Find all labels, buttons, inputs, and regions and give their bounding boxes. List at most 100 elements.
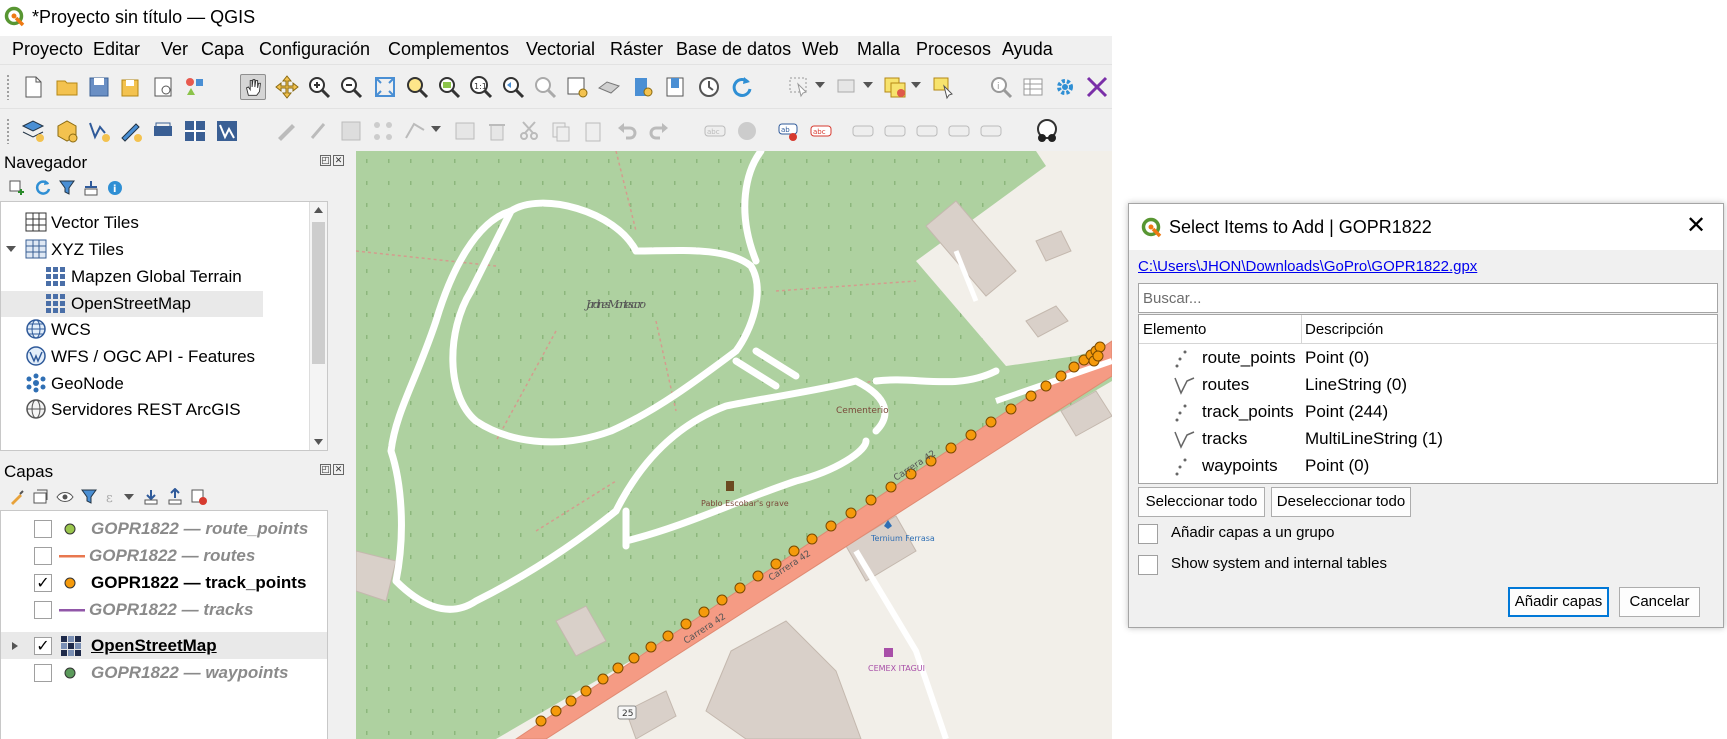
select-by-value-icon[interactable] (834, 74, 860, 100)
layer-visibility-checkbox-checked[interactable]: ✓ (34, 574, 52, 592)
new-print-layout-icon[interactable] (150, 74, 176, 100)
table-row[interactable]: routes LineString (0) (1139, 371, 1717, 398)
vertex-tool-icon[interactable] (402, 118, 428, 144)
rotate-label-icon[interactable] (946, 118, 972, 144)
style-manager-icon[interactable] (182, 74, 208, 100)
add-group-icon[interactable] (32, 488, 50, 506)
new-temporary-layer-icon[interactable] (118, 118, 144, 144)
add-selected-layers-icon[interactable] (8, 179, 26, 197)
open-project-icon[interactable] (54, 74, 80, 100)
menu-procesos[interactable]: Procesos (916, 39, 991, 60)
identify-features-icon[interactable]: i (988, 74, 1014, 100)
select-all-button[interactable]: Seleccionar todo (1138, 487, 1265, 517)
scroll-up-icon[interactable] (313, 206, 324, 214)
menu-malla[interactable]: Malla (857, 39, 900, 60)
new-virtual-layer-icon[interactable] (150, 118, 176, 144)
menu-ver[interactable]: Ver (161, 39, 188, 60)
delete-selected-icon[interactable] (484, 118, 510, 144)
menu-capa[interactable]: Capa (201, 39, 244, 60)
show-bookmarks-icon[interactable] (662, 74, 688, 100)
refresh-icon[interactable] (34, 179, 52, 197)
menu-ayuda[interactable]: Ayuda (1002, 39, 1053, 60)
deselect-dropdown-arrow[interactable] (911, 82, 921, 88)
add-to-group-checkbox[interactable] (1138, 524, 1158, 544)
menu-configuracion[interactable]: Configuración (259, 39, 370, 60)
column-header-description[interactable]: Descripción (1305, 321, 1383, 338)
column-separator[interactable] (1301, 315, 1302, 344)
navigator-item-xyz-tiles[interactable]: XYZ Tiles (5, 236, 265, 262)
expand-all-icon[interactable] (142, 488, 160, 506)
settings-gear-icon[interactable] (1052, 74, 1078, 100)
menu-web[interactable]: Web (802, 39, 839, 60)
filter-icon[interactable] (58, 179, 76, 197)
select-features-icon[interactable] (786, 74, 812, 100)
chevron-down-icon[interactable] (5, 245, 17, 253)
search-input[interactable] (1139, 284, 1717, 312)
change-label-icon[interactable] (978, 118, 1004, 144)
new-geopackage-icon[interactable] (54, 118, 80, 144)
cancel-button[interactable]: Cancelar (1619, 587, 1700, 617)
vertex-tool-dropdown-arrow[interactable] (431, 126, 441, 132)
close-icon[interactable]: ✕ (1683, 213, 1709, 239)
scroll-down-icon[interactable] (313, 438, 324, 446)
layer-row-route-points[interactable]: GOPR1822 — route_points (1, 515, 327, 542)
float-panel-icon[interactable]: ◰ (320, 155, 331, 166)
new-project-icon[interactable] (20, 74, 46, 100)
diagram-icon[interactable] (734, 118, 760, 144)
layer-row-track-points[interactable]: ✓ GOPR1822 — track_points (1, 569, 327, 596)
properties-info-icon[interactable]: i (106, 179, 124, 197)
map-canvas[interactable]: Jardines Montesacro Cementerio Pablo Esc… (356, 151, 1112, 739)
table-row[interactable]: route_points Point (0) (1139, 344, 1717, 371)
pan-to-selection-icon[interactable] (274, 74, 300, 100)
add-layers-button[interactable]: Añadir capas (1508, 587, 1609, 617)
new-3d-view-icon[interactable] (596, 74, 622, 100)
new-map-view-icon[interactable] (564, 74, 590, 100)
zoom-to-selection-icon[interactable] (404, 74, 430, 100)
add-feature-icon[interactable] (370, 118, 396, 144)
layer-visibility-checkbox[interactable] (34, 547, 52, 565)
data-source-manager-icon[interactable] (20, 118, 46, 144)
layer-row-tracks[interactable]: GOPR1822 — tracks (1, 596, 327, 623)
filter-dropdown-arrow[interactable] (124, 494, 134, 500)
remove-layer-icon[interactable] (190, 488, 208, 506)
style-brush-icon[interactable] (8, 488, 26, 506)
new-shapefile-icon[interactable] (86, 118, 112, 144)
deselect-all-icon[interactable] (882, 74, 908, 100)
table-row[interactable]: track_points Point (244) (1139, 398, 1717, 425)
table-row[interactable]: tracks MultiLineString (1) (1139, 425, 1717, 452)
menu-base-de-datos[interactable]: Base de datos (676, 39, 791, 60)
temporal-controller-icon[interactable] (696, 74, 722, 100)
zoom-next-icon[interactable] (532, 74, 558, 100)
layer-visibility-checkbox[interactable] (34, 664, 52, 682)
save-project-icon[interactable] (86, 74, 112, 100)
toolbar-grip[interactable] (6, 74, 10, 100)
digitize-icon[interactable] (274, 118, 300, 144)
zoom-out-icon[interactable] (338, 74, 364, 100)
show-hide-labels-icon[interactable] (882, 118, 908, 144)
undo-icon[interactable] (614, 118, 640, 144)
toolbar-grip[interactable] (6, 118, 10, 144)
map-canvas-svg[interactable]: Jardines Montesacro Cementerio Pablo Esc… (356, 151, 1112, 739)
layer-visibility-checkbox[interactable] (34, 520, 52, 538)
zoom-to-layer-icon[interactable] (436, 74, 462, 100)
select-by-value-dropdown-arrow[interactable] (863, 82, 873, 88)
pan-map-icon[interactable] (240, 74, 266, 100)
zoom-in-icon[interactable] (306, 74, 332, 100)
cut-features-icon[interactable] (516, 118, 542, 144)
table-row[interactable]: waypoints Point (0) (1139, 452, 1717, 479)
refresh-icon[interactable] (728, 74, 754, 100)
layer-visibility-checkbox-checked[interactable]: ✓ (34, 637, 52, 655)
layer-visibility-checkbox[interactable] (34, 601, 52, 619)
menu-editar[interactable]: Editar (93, 39, 140, 60)
move-label-icon[interactable] (914, 118, 940, 144)
zoom-last-icon[interactable] (500, 74, 526, 100)
visibility-eye-icon[interactable] (56, 488, 74, 506)
chevron-right-icon[interactable] (11, 641, 19, 651)
modify-attributes-icon[interactable] (452, 118, 478, 144)
close-panel-icon[interactable]: ✕ (333, 464, 344, 475)
more-tools-icon[interactable] (1084, 74, 1110, 100)
new-bookmark-icon[interactable] (630, 74, 656, 100)
deselect-all-button[interactable]: Deseleccionar todo (1271, 487, 1411, 517)
attribute-table-icon[interactable] (1020, 74, 1046, 100)
pin-labels-icon[interactable] (850, 118, 876, 144)
